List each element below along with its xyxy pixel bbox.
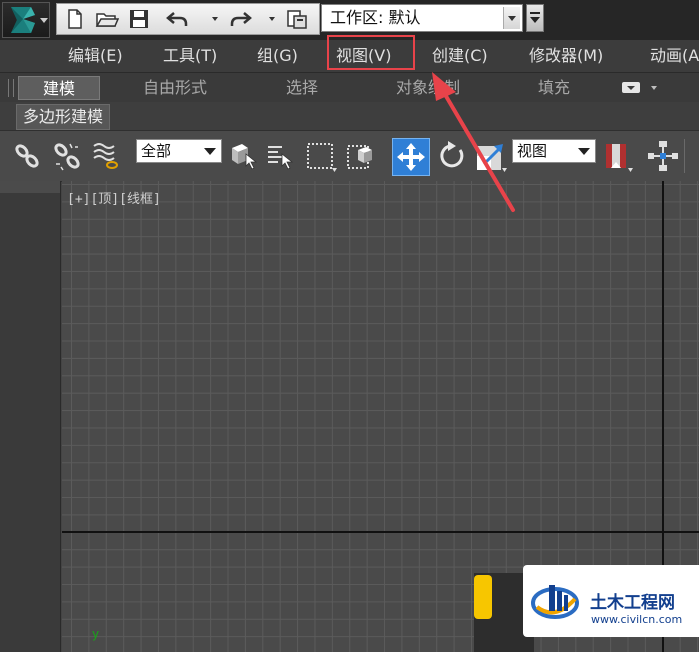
app-window: 工作区: 默认 编辑(E) 工具(T) 组(G) 视图(V) 创建(C) 修改器…	[0, 0, 699, 652]
ribbon-minimize-icon[interactable]	[620, 78, 660, 98]
main-toolbar: 全部 视图	[0, 130, 699, 182]
workspace-label: 工作区: 默认	[330, 8, 421, 27]
ribbon-panel-row: 多边形建模	[0, 102, 699, 130]
scale-icon[interactable]	[474, 138, 508, 174]
rotate-icon[interactable]	[434, 138, 468, 174]
chevron-down-icon	[503, 7, 520, 29]
title-bar: 工作区: 默认	[0, 0, 699, 41]
menu-animation[interactable]: 动画(A	[650, 43, 699, 69]
selection-filter-dropdown[interactable]: 全部	[136, 139, 222, 163]
new-file-icon[interactable]	[63, 8, 87, 30]
application-menu-button[interactable]	[2, 2, 50, 38]
watermark-yellow-tab	[474, 575, 492, 619]
left-side-panel	[0, 181, 61, 652]
menu-create[interactable]: 创建(C)	[432, 43, 488, 69]
reference-coord-value: 视图	[517, 142, 548, 160]
redo-icon[interactable]	[229, 8, 253, 30]
pivot-center-icon[interactable]	[600, 138, 634, 174]
menu-edit[interactable]: 编辑(E)	[68, 43, 123, 69]
panel-header-strip	[0, 181, 60, 193]
customize-toolbar-button[interactable]	[526, 4, 544, 32]
select-and-manipulate-icon[interactable]	[646, 138, 680, 174]
tab-populate[interactable]: 填充	[522, 76, 586, 100]
workspace-dropdown[interactable]: 工作区: 默认	[321, 4, 523, 32]
unlink-icon[interactable]	[50, 138, 84, 174]
link-icon[interactable]	[10, 138, 44, 174]
select-object-icon[interactable]	[226, 138, 260, 174]
rectangular-selection-icon[interactable]	[304, 138, 338, 174]
chevron-down-icon	[204, 148, 216, 155]
menu-tools[interactable]: 工具(T)	[163, 43, 217, 69]
watermark-url: www.civilcn.com	[591, 613, 683, 626]
menu-views[interactable]: 视图(V)	[336, 43, 391, 69]
menu-modifiers[interactable]: 修改器(M)	[529, 43, 603, 69]
undo-icon[interactable]	[165, 8, 189, 30]
tab-freeform[interactable]: 自由形式	[130, 76, 220, 100]
redo-dropdown-icon[interactable]	[269, 17, 275, 21]
tab-modeling[interactable]: 建模	[18, 76, 100, 100]
tab-selection[interactable]: 选择	[270, 76, 334, 100]
open-folder-icon[interactable]	[95, 8, 119, 30]
chevron-down-icon	[578, 148, 590, 155]
ribbon-tab-bar: 建模 自由形式 选择 对象绘制 填充	[0, 72, 699, 103]
select-by-name-icon[interactable]	[264, 138, 298, 174]
save-icon[interactable]	[127, 8, 151, 30]
window-crossing-icon[interactable]	[344, 138, 378, 174]
menu-bar: 编辑(E) 工具(T) 组(G) 视图(V) 创建(C) 修改器(M) 动画(A	[0, 40, 699, 72]
reference-coord-dropdown[interactable]: 视图	[512, 139, 596, 163]
watermark-badge: 土木工程网 www.civilcn.com	[523, 565, 699, 637]
app-logo-icon	[11, 7, 35, 33]
move-icon	[397, 143, 425, 171]
tab-object-paint[interactable]: 对象绘制	[383, 76, 473, 100]
axis-gizmo-y: y	[92, 627, 100, 641]
civilcn-logo-icon	[531, 585, 579, 619]
project-folder-icon[interactable]	[285, 8, 309, 30]
bind-space-warp-icon[interactable]	[90, 138, 124, 174]
polygon-modeling-panel[interactable]: 多边形建模	[16, 104, 111, 130]
toolbar-divider	[684, 139, 685, 173]
quick-access-toolbar	[56, 3, 320, 35]
undo-dropdown-icon[interactable]	[212, 17, 218, 21]
selection-filter-value: 全部	[141, 142, 172, 160]
viewport-label[interactable]: [+][顶][线框]	[67, 188, 161, 207]
watermark-title: 土木工程网	[590, 593, 675, 613]
viewport-axis-horizontal	[62, 531, 699, 533]
move-button[interactable]	[392, 138, 430, 176]
site-watermark: 土木工程网 www.civilcn.com	[474, 565, 699, 652]
chevron-down-icon	[40, 18, 48, 23]
menu-group[interactable]: 组(G)	[257, 43, 298, 69]
ribbon-grip	[8, 79, 14, 97]
